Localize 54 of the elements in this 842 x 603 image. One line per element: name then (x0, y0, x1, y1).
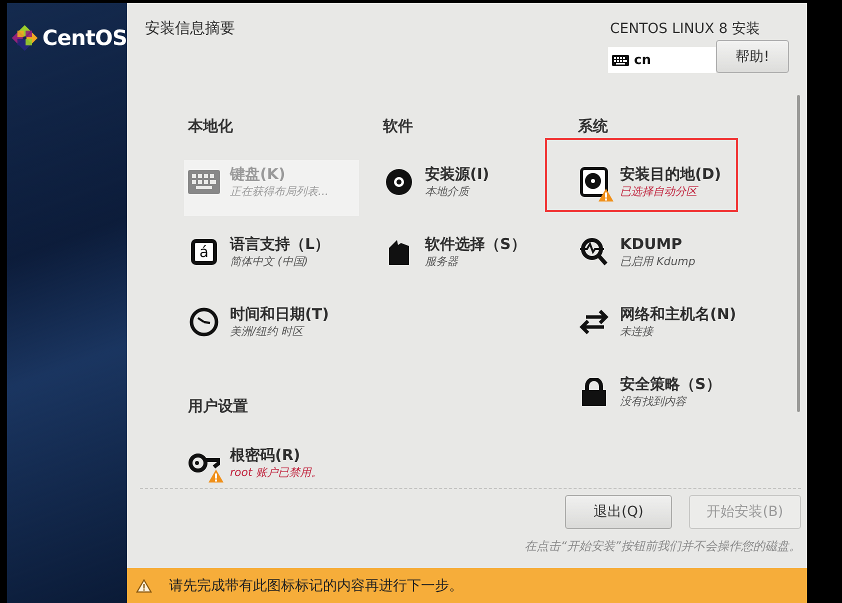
spoke-status: 本地介质 (425, 184, 472, 200)
spoke-title: 语言支持（L） (230, 234, 330, 254)
product-title: CENTOS LINUX 8 安装 (609, 20, 760, 39)
package-icon (388, 238, 410, 266)
logo-icon (11, 23, 38, 53)
spoke-status: 正在获得布局列表... (230, 184, 328, 200)
spoke-status: 简体中文 (中国) (230, 254, 310, 270)
keyboard-icon (188, 170, 220, 194)
spoke-item[interactable]: 安装目的地(D) 已选择自动分区 (574, 160, 749, 216)
spoke-title: 安全策略（S） (620, 374, 721, 394)
spoke-title: 安装目的地(D) (620, 164, 722, 184)
category-heading: 系统 (578, 116, 609, 136)
logo-text: CentOS (42, 26, 127, 50)
spoke-title: 安装源(I) (425, 164, 490, 184)
clock-icon (189, 307, 219, 337)
language-icon: á (191, 239, 217, 265)
spoke-status: 已选择自动分区 (620, 184, 700, 200)
footer-note: 在点击“开始安装”按钮前我们并不会操作您的磁盘。 (524, 538, 801, 555)
spoke-title: 软件选择（S） (425, 234, 526, 254)
spoke-item[interactable]: á 语言支持（L） 简体中文 (中国) (184, 230, 359, 286)
page-title: 安装信息摘要 (144, 18, 235, 39)
spoke-status: 未连接 (620, 324, 655, 340)
spoke-status: 没有找到内容 (620, 394, 688, 410)
warning-icon (136, 578, 152, 592)
category-heading: 本地化 (188, 116, 234, 136)
transfer-arrows-icon (578, 308, 610, 336)
spoke-item[interactable]: 网络和主机名(N) 未连接 (574, 300, 749, 356)
lock-icon (581, 378, 607, 406)
keyboard-icon (612, 54, 629, 66)
scrollbar[interactable] (797, 95, 800, 412)
spoke-item[interactable]: 安装源(I) 本地介质 (379, 160, 554, 216)
spoke-item[interactable]: 时间和日期(T) 美洲/纽约 时区 (184, 300, 359, 356)
warning-message: 请先完成带有此图标标记的内容再进行下一步。 (169, 576, 463, 594)
spoke-title: 根密码(R) (230, 445, 302, 465)
key-icon (188, 451, 220, 475)
spoke-status: root 账户已禁用。 (230, 465, 322, 481)
disc-icon (385, 168, 413, 196)
spoke-status: 已启用 Kdump (620, 254, 696, 270)
spoke-item[interactable]: 软件选择（S） 服务器 (379, 230, 554, 286)
category-heading: 软件 (383, 116, 414, 136)
keyboard-layout-indicator[interactable]: cn (608, 47, 716, 73)
spoke-title: KDUMP (620, 234, 684, 254)
spoke-item[interactable]: KDUMP 已启用 Kdump (574, 230, 749, 286)
help-button[interactable]: 帮助! (716, 40, 789, 73)
spoke-title: 网络和主机名(N) (620, 304, 736, 324)
footer-button[interactable]: 退出(Q) (565, 495, 672, 529)
magnifier-icon (578, 237, 610, 267)
category-heading: 用户设置 (188, 396, 249, 416)
spoke-status: 美洲/纽约 时区 (230, 324, 306, 340)
spoke-title: 时间和日期(T) (230, 304, 329, 324)
spoke-item[interactable]: 根密码(R) root 账户已禁用。 (184, 441, 359, 489)
spoke-title: 键盘(K) (230, 164, 286, 184)
spoke-status: 服务器 (425, 254, 460, 270)
spoke-item[interactable]: 安全策略（S） 没有找到内容 (574, 370, 749, 426)
